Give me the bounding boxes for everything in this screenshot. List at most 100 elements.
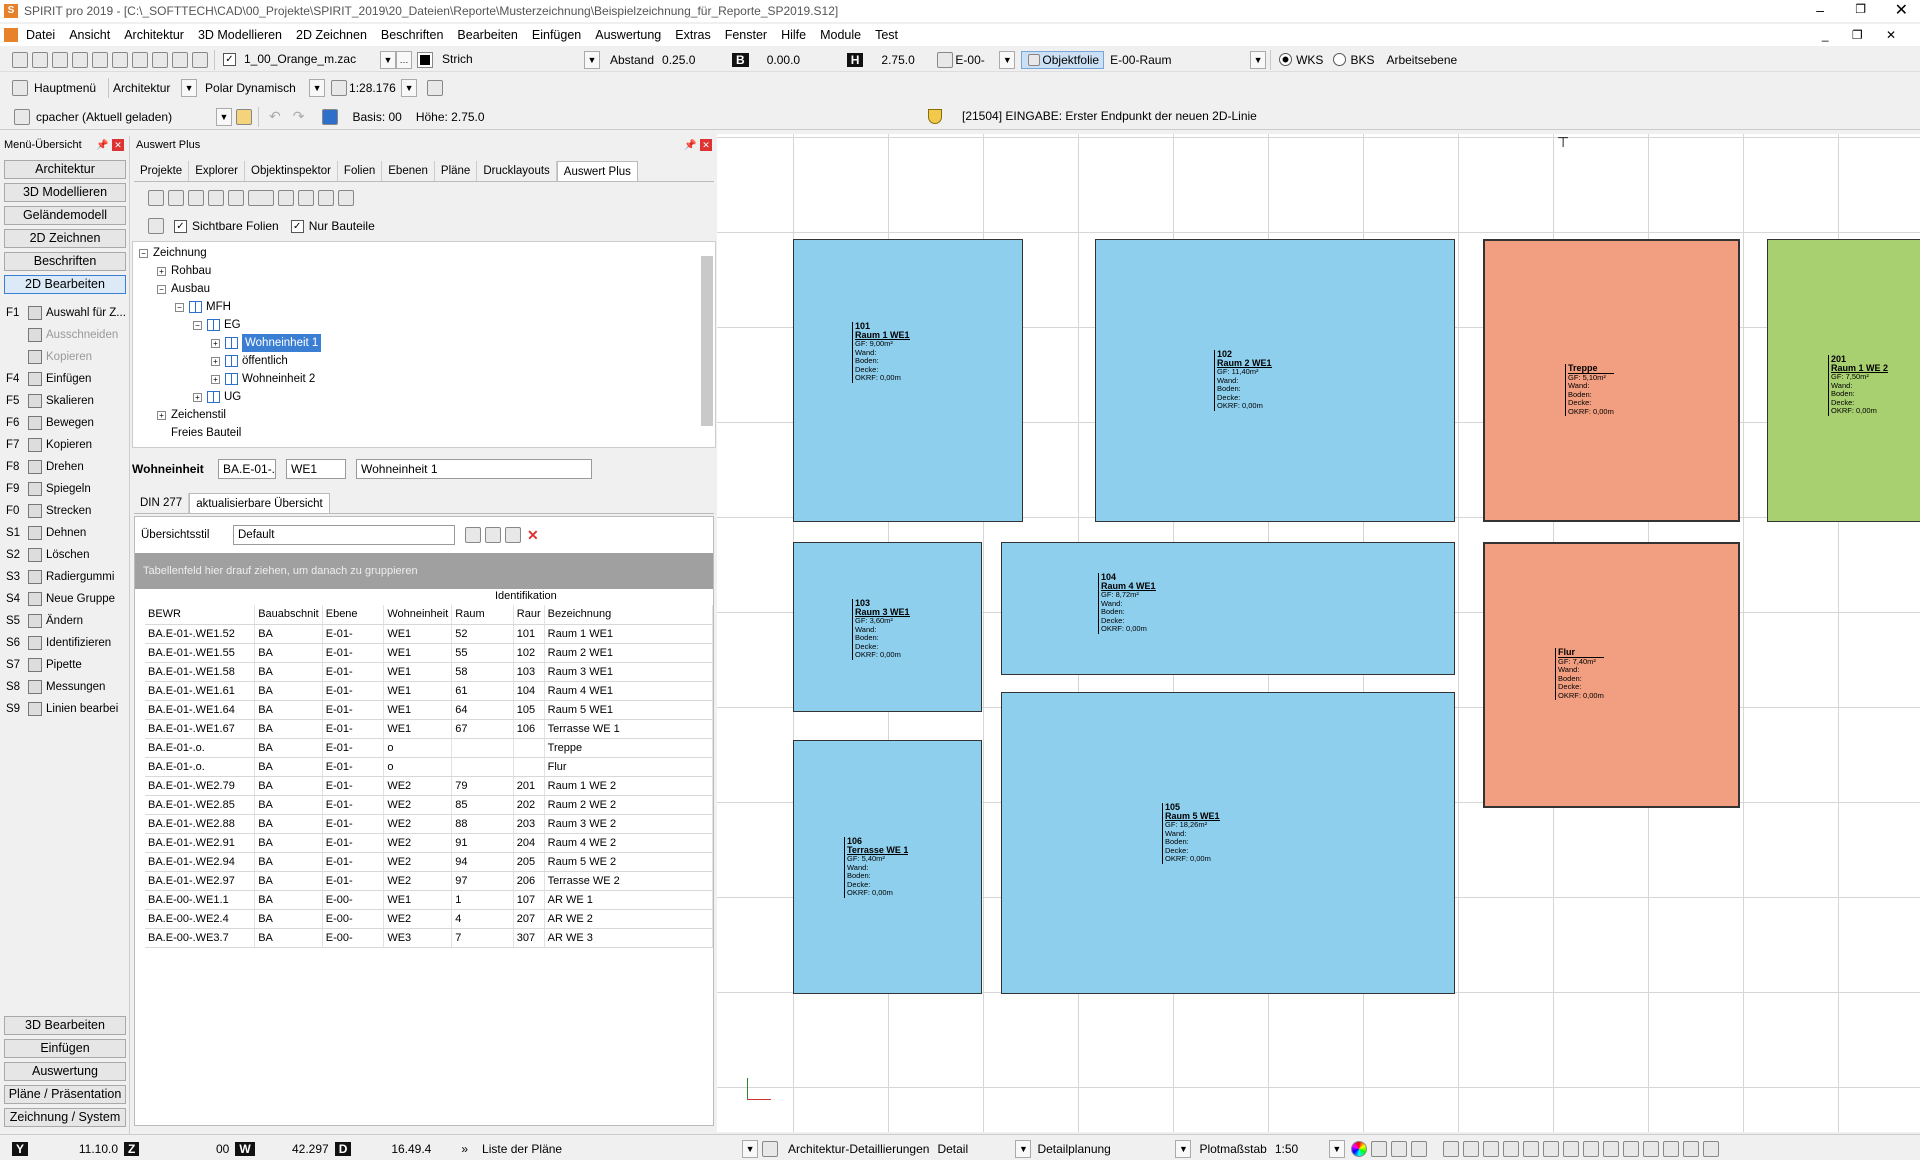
menu-item[interactable]: Hilfe bbox=[779, 28, 808, 42]
tree-node-ausbau[interactable]: Ausbau bbox=[171, 280, 210, 298]
abc-icon[interactable] bbox=[298, 190, 314, 206]
category-button[interactable]: Einfügen bbox=[4, 1039, 126, 1058]
menu-item[interactable]: Beschriften bbox=[379, 28, 446, 42]
undo-icon[interactable]: ↶ bbox=[269, 108, 281, 125]
menu-item[interactable]: Extras bbox=[673, 28, 712, 42]
table-row[interactable]: BA.E-00-.WE1.1 BA E-00- WE1 1 107 AR WE 1 bbox=[145, 890, 714, 910]
tree-node-eg[interactable]: EG bbox=[224, 316, 241, 334]
table-row[interactable]: BA.E-01-.WE2.94 BA E-01- WE2 94 205 Raum 5 WE … bbox=[145, 852, 714, 872]
snap-l-icon[interactable] bbox=[1662, 1141, 1679, 1157]
b-value[interactable]: 0.00.0 bbox=[767, 53, 837, 67]
line-style-dropdown[interactable]: ▼ bbox=[584, 50, 600, 69]
save-style-icon[interactable] bbox=[465, 527, 481, 543]
save-as-style-icon[interactable] bbox=[485, 527, 501, 543]
snap-m-icon[interactable] bbox=[1682, 1141, 1699, 1157]
plans-dropdown[interactable]: ▼ bbox=[742, 1140, 759, 1158]
mdi-controls[interactable]: _ ❐ ✕ bbox=[1822, 28, 1906, 42]
menu-item[interactable]: Module bbox=[818, 28, 863, 42]
color-swatch[interactable] bbox=[417, 51, 433, 68]
info-icon[interactable] bbox=[322, 108, 339, 125]
function-item[interactable]: S9 Linien bearbei bbox=[6, 700, 118, 718]
tree-toggle[interactable]: + bbox=[211, 338, 220, 348]
plot-value[interactable]: 1:50 bbox=[1275, 1142, 1329, 1156]
table-row[interactable]: BA.E-00-.WE2.4 BA E-00- WE2 4 207 AR WE 2 bbox=[145, 909, 714, 929]
tree-scrollbar[interactable] bbox=[701, 256, 713, 426]
only-parts-checkbox[interactable]: ✓ bbox=[290, 219, 304, 233]
table-row[interactable]: BA.E-01-.WE1.64 BA E-01- WE1 64 105 Raum 5 WE1 bbox=[145, 700, 714, 720]
app-menu-icon[interactable] bbox=[4, 28, 18, 42]
column-header[interactable]: Raum bbox=[451, 605, 514, 625]
function-item[interactable]: F4 Einfügen bbox=[6, 370, 91, 388]
panel-tab[interactable]: Projekte bbox=[134, 160, 190, 181]
snap-h-icon[interactable] bbox=[1582, 1141, 1599, 1157]
function-item[interactable]: S4 Neue Gruppe bbox=[6, 590, 115, 608]
snap-e-icon[interactable] bbox=[1522, 1141, 1539, 1157]
menu-item[interactable]: Test bbox=[873, 28, 900, 42]
expand-icon[interactable]: » bbox=[461, 1142, 468, 1156]
tree-node-freies-bauteil[interactable]: Freies Bauteil bbox=[171, 424, 241, 442]
panel-tab[interactable]: Drucklayouts bbox=[477, 160, 557, 181]
menu-item[interactable]: Fenster bbox=[723, 28, 769, 42]
column-header[interactable]: Ebene bbox=[322, 605, 385, 625]
table-row[interactable]: BA.E-01-.WE1.55 BA E-01- WE1 55 102 Raum 2 WE1 bbox=[145, 643, 714, 663]
print-icon[interactable] bbox=[92, 51, 108, 68]
tree-node-wohneinheit-2[interactable]: Wohneinheit 2 bbox=[242, 370, 315, 388]
table-row[interactable]: BA.E-01-.WE2.85 BA E-01- WE2 85 202 Raum 2 WE … bbox=[145, 795, 714, 815]
category-button[interactable]: Auswertung bbox=[4, 1062, 126, 1081]
column-header[interactable]: Raur bbox=[513, 605, 545, 625]
layer-checkbox[interactable]: ✓ bbox=[223, 53, 236, 66]
table-row[interactable]: BA.E-01-.o. BA E-01- o Flur bbox=[145, 757, 714, 777]
refresh-icon[interactable] bbox=[148, 190, 164, 206]
tree-toggle[interactable]: − bbox=[193, 320, 202, 330]
save-icon[interactable] bbox=[52, 51, 68, 68]
table-row[interactable]: BA.E-01-.o. BA E-01- o Treppe bbox=[145, 738, 714, 758]
cut-icon[interactable] bbox=[132, 51, 148, 68]
plan-icon[interactable] bbox=[762, 1141, 779, 1157]
layout-icon[interactable] bbox=[248, 190, 274, 206]
wks-radio[interactable] bbox=[1279, 53, 1293, 66]
hauptmenu-button[interactable]: Hauptmenü bbox=[34, 81, 96, 95]
view-icon[interactable] bbox=[192, 51, 208, 68]
floor-value[interactable]: E-00- bbox=[955, 53, 999, 67]
room-shape[interactable]: 105 Raum 5 WE1 GF: 18,26m² Wand: Boden: Decke… bbox=[1001, 692, 1455, 994]
lock-icon[interactable] bbox=[236, 108, 252, 125]
menu-item[interactable]: Datei bbox=[24, 28, 57, 42]
category-button[interactable]: Geländemodell bbox=[4, 206, 126, 225]
menu-item[interactable]: Bearbeiten bbox=[455, 28, 519, 42]
column-header[interactable]: Bezeichnung bbox=[544, 605, 714, 625]
menu-item[interactable]: Architektur bbox=[122, 28, 186, 42]
snap-f-icon[interactable] bbox=[1542, 1141, 1559, 1157]
category-button[interactable]: Architektur bbox=[4, 160, 126, 179]
menu-item[interactable]: 2D Zeichnen bbox=[294, 28, 369, 42]
new-file-icon[interactable] bbox=[12, 51, 28, 68]
panel-tab[interactable]: Pläne bbox=[435, 160, 478, 181]
room-layer-dropdown[interactable]: ▼ bbox=[1250, 50, 1267, 69]
tree-node-zeichenstil[interactable]: Zeichenstil bbox=[171, 406, 226, 424]
function-item[interactable]: F7 Kopieren bbox=[6, 436, 92, 454]
room-layer-field[interactable]: E-00-Raum bbox=[1110, 53, 1250, 67]
room-shape[interactable]: 106 Terrasse WE 1 GF: 5,40m² Wand: Boden: Dec… bbox=[793, 740, 982, 994]
floor-icon[interactable] bbox=[937, 51, 954, 68]
euro-icon[interactable] bbox=[318, 190, 334, 206]
panel-tab[interactable]: Ebenen bbox=[382, 160, 435, 181]
layer-file-dropdown[interactable]: ▼ bbox=[380, 50, 396, 69]
function-item[interactable]: Ausschneiden bbox=[6, 326, 118, 344]
unit-field-3[interactable]: Wohneinheit 1 bbox=[356, 459, 592, 479]
category-button[interactable]: Beschriften bbox=[4, 252, 126, 271]
column-header[interactable]: Bauabschnit bbox=[254, 605, 323, 625]
tree-toggle[interactable]: + bbox=[211, 374, 220, 384]
paste-icon[interactable] bbox=[172, 51, 188, 68]
category-button[interactable]: Zeichnung / System bbox=[4, 1108, 126, 1127]
function-item[interactable]: S3 Radiergummi bbox=[6, 568, 114, 586]
architektur-combo[interactable]: Architektur bbox=[113, 81, 181, 95]
sub-tab[interactable]: DIN 277 bbox=[134, 492, 190, 513]
room-shape[interactable]: 102 Raum 2 WE1 GF: 11,40m² Wand: Boden: Decke… bbox=[1095, 239, 1455, 522]
export-icon[interactable] bbox=[228, 190, 244, 206]
unit-field-1[interactable]: BA.E-01-. bbox=[218, 459, 276, 479]
tree-toggle[interactable]: − bbox=[175, 302, 184, 312]
snap-g-icon[interactable] bbox=[1562, 1141, 1579, 1157]
arbeitsebene-label[interactable]: Arbeitsebene bbox=[1386, 53, 1457, 67]
polar-dropdown[interactable]: ▼ bbox=[309, 79, 326, 97]
room-shape[interactable]: Flur GF: 7,40m² Wand: Boden: Decke: OKRF: 0,0… bbox=[1483, 542, 1740, 808]
category-button[interactable]: 2D Bearbeiten bbox=[4, 275, 126, 294]
